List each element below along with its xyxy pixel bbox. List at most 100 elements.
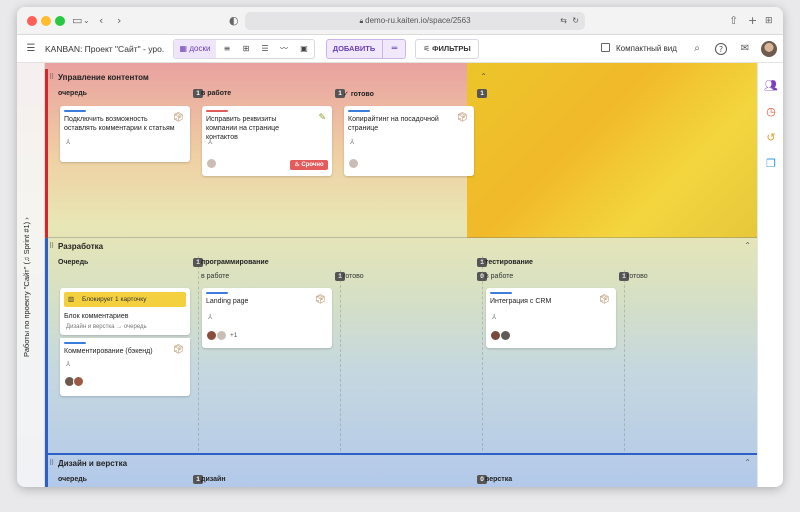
view-boards-button[interactable]: ▦ доски xyxy=(174,40,216,58)
warning-stripes-icon: ▥ xyxy=(68,295,75,303)
collapse-icon[interactable]: ⌃ xyxy=(744,458,751,467)
view-archive-button[interactable]: ▣ xyxy=(294,40,314,58)
new-tab-icon[interactable]: + xyxy=(748,13,757,29)
column-divider xyxy=(482,256,483,451)
collapse-icon[interactable]: ⌃ xyxy=(744,241,751,250)
column-title: очередь xyxy=(58,90,87,97)
card-title: Исправить реквизиты компании на странице… xyxy=(206,116,279,141)
address-bar[interactable]: 🔒︎ demo-ru.kaiten.io/space/2563 ⇆ ↻ xyxy=(245,12,585,30)
drag-handle-icon[interactable]: ⠿ xyxy=(49,73,54,81)
view-table-button[interactable]: ⊞ xyxy=(237,40,255,58)
timer-icon[interactable]: ◷ xyxy=(764,105,778,119)
avatar[interactable] xyxy=(500,330,511,341)
card[interactable]: Интеграция с CRM 📦︎ ⅄ xyxy=(486,288,616,348)
close-window-button[interactable] xyxy=(27,16,37,26)
browser-window: ▭ ⌄ ‹ › ◐ 🔒︎ demo-ru.kaiten.io/space/256… xyxy=(17,7,783,487)
url-text: demo-ru.kaiten.io/space/2563 xyxy=(365,16,471,25)
tab-overview-icon[interactable]: ⊞ xyxy=(765,13,773,29)
filter-icon: ⚟ xyxy=(423,44,430,53)
minimize-window-button[interactable] xyxy=(41,16,51,26)
add-button[interactable]: ДОБАВИТЬ xyxy=(327,40,381,58)
more-assignees: +1 xyxy=(230,332,238,339)
card-title: Интеграция с CRM xyxy=(490,298,552,305)
avatar[interactable] xyxy=(348,158,359,169)
lane-title[interactable]: Разработка xyxy=(58,242,103,251)
board-title[interactable]: KANBAN: Проект "Сайт" - уро... xyxy=(45,39,165,59)
board-vertical-label[interactable]: Работы по проекту "Сайт" (♫ Sprint #1) › xyxy=(22,157,31,357)
subtasks-icon: ⅄ xyxy=(66,360,71,368)
list-icon: ≡ xyxy=(223,44,231,53)
search-icon[interactable]: ⌕ xyxy=(691,43,703,55)
avatar[interactable] xyxy=(73,376,84,387)
card-location: Дизайн и верстка → очередь xyxy=(66,324,147,330)
card[interactable]: Копирайтинг на посадочной странице 📦︎ ⅄ xyxy=(344,106,474,176)
card[interactable]: Landing page 📦︎ ⅄ +1 xyxy=(202,288,332,348)
back-icon[interactable]: ‹ xyxy=(99,13,103,29)
subcolumn-title: в работе xyxy=(201,273,230,280)
column-title: программирование xyxy=(201,259,269,266)
chart-icon: 〰 xyxy=(280,44,288,53)
zoom-window-button[interactable] xyxy=(55,16,65,26)
column-title: тестирование xyxy=(485,259,533,266)
card-title: Копирайтинг на посадочной странице xyxy=(348,116,439,132)
help-icon[interactable]: ? xyxy=(715,43,727,55)
history-icon[interactable]: ↺ xyxy=(764,131,778,145)
bug-icon: ✎ xyxy=(318,113,326,123)
boards-label: доски xyxy=(189,44,211,53)
subtasks-icon: ⅄ xyxy=(350,138,355,146)
view-chart-button[interactable]: 〰 xyxy=(275,40,293,58)
translate-icon[interactable]: ⇆ xyxy=(560,12,567,30)
chevron-down-icon[interactable]: ⌄ xyxy=(83,13,90,29)
lane-color-bar xyxy=(45,238,48,453)
blocking-banner: ▥ Блокирует 1 карточку xyxy=(64,292,186,307)
collapse-icon[interactable]: ⌃ xyxy=(480,72,487,81)
subtasks-icon: ⅄ xyxy=(208,313,213,321)
view-list-button[interactable]: ≡ xyxy=(218,40,236,58)
add-button-group: ДОБАВИТЬ ═ xyxy=(326,39,406,59)
package-icon: 📦︎ xyxy=(172,345,184,355)
subcolumn-title: готово xyxy=(627,273,648,280)
user-avatar[interactable] xyxy=(761,41,777,57)
menu-icon[interactable]: ☰ xyxy=(25,43,37,55)
card[interactable]: Исправить реквизиты компании на странице… xyxy=(202,106,332,176)
view-timeline-button[interactable]: ☰ xyxy=(256,40,274,58)
drag-handle-icon[interactable]: ⠿ xyxy=(49,459,54,467)
package-icon: 📦︎ xyxy=(172,113,184,123)
card[interactable]: Подключить возможность оставлять коммент… xyxy=(60,106,190,162)
avatar[interactable] xyxy=(216,330,227,341)
subtasks-icon: ⅄ xyxy=(208,138,213,146)
card-type-stripe xyxy=(348,110,370,112)
forward-icon[interactable]: › xyxy=(117,13,121,29)
reload-icon[interactable]: ↻ xyxy=(572,12,579,30)
compact-view-checkbox[interactable] xyxy=(601,43,610,52)
lane-content-management: ⠿ Управление контентом ⌃ очередь 1 в раб… xyxy=(45,69,757,239)
card-title: Блок комментариев xyxy=(64,313,129,320)
filters-button[interactable]: ⚟ ФИЛЬТРЫ xyxy=(415,39,479,59)
mail-icon[interactable]: ✉ xyxy=(739,43,751,55)
column-title: Очередь xyxy=(58,259,89,266)
blocking-card[interactable]: ▥ Блокирует 1 карточку Блок комментариев… xyxy=(60,288,190,335)
package-icon: 📦︎ xyxy=(314,295,326,305)
members-icon[interactable]: 👥︎ xyxy=(764,79,778,93)
card[interactable]: Комментирование (бэкенд) 📦︎ ⅄ xyxy=(60,338,190,396)
share-icon[interactable]: ⇧ xyxy=(729,13,738,29)
lane-development: ⠿ Разработка ⌃ Очередь 1 программировани… xyxy=(45,237,757,453)
column-title: очередь xyxy=(58,476,87,483)
add-options-icon[interactable]: ═ xyxy=(382,40,406,58)
lane-title[interactable]: Дизайн и верстка xyxy=(58,459,127,468)
browser-chrome: ▭ ⌄ ‹ › ◐ 🔒︎ demo-ru.kaiten.io/space/256… xyxy=(17,7,783,35)
avatar[interactable] xyxy=(206,158,217,169)
compact-view-toggle[interactable]: Компактный вид xyxy=(601,39,677,59)
column-divider xyxy=(624,270,625,451)
card-title: Подключить возможность оставлять коммент… xyxy=(64,116,175,132)
privacy-shield-icon[interactable]: ◐ xyxy=(229,13,239,29)
lane-color-bar xyxy=(45,69,48,239)
card-type-stripe xyxy=(206,292,228,294)
column-divider xyxy=(198,256,199,451)
column-title: ✓ готово xyxy=(343,90,374,98)
compact-view-label: Компактный вид xyxy=(616,44,677,53)
copy-icon[interactable]: ❐ xyxy=(764,157,778,171)
lane-title[interactable]: Управление контентом xyxy=(58,73,149,82)
sidebar-toggle-icon[interactable]: ▭ xyxy=(72,13,82,29)
drag-handle-icon[interactable]: ⠿ xyxy=(49,242,54,250)
